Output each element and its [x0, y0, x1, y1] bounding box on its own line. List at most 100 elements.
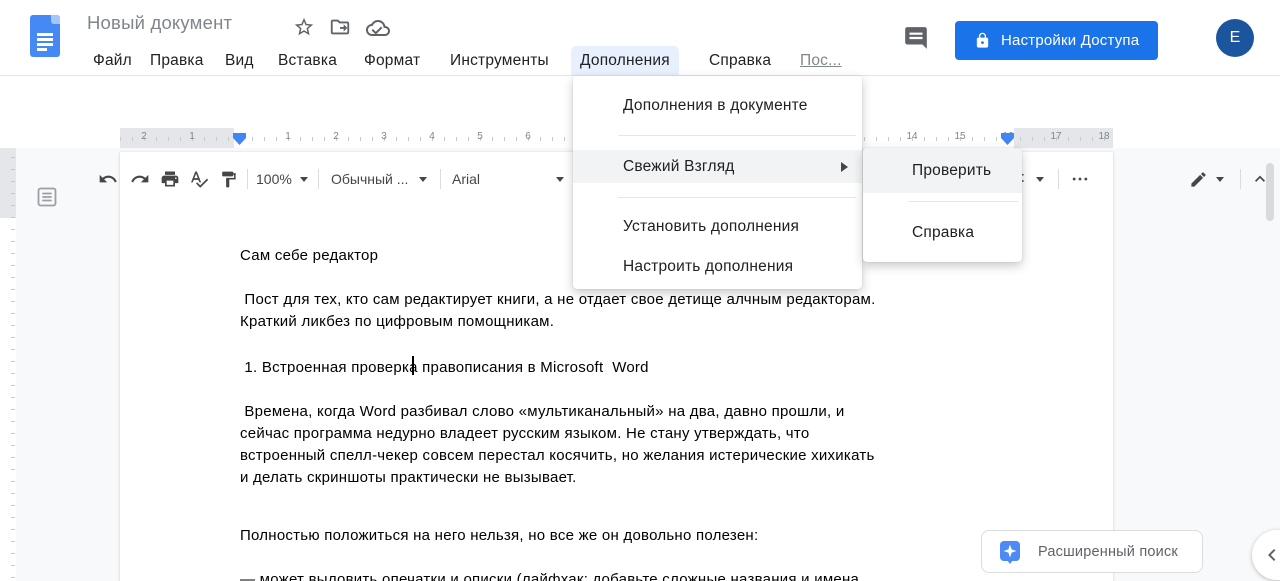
- doc-line: встроенный спелл-чекер совсем перестал к…: [240, 445, 996, 467]
- doc-line: Пост для тех, кто сам редактирует книги,…: [240, 289, 996, 311]
- menu-separator: [618, 135, 856, 136]
- doc-line: Полностью положиться на него нельзя, но …: [240, 525, 996, 547]
- share-button-label: Настройки Доступа: [1001, 32, 1139, 49]
- menu-item-install-addons[interactable]: Установить дополнения: [573, 210, 862, 243]
- spell-check-button[interactable]: [185, 165, 213, 193]
- avatar[interactable]: E: [1216, 19, 1254, 57]
- menu-item-view[interactable]: Вид: [216, 46, 263, 75]
- header: Новый документ Файл Правка Вид Вставка Ф…: [0, 0, 1280, 76]
- menu-item-format[interactable]: Формат: [355, 46, 429, 75]
- doc-line: Времена, когда Word разбивал слово «муль…: [240, 401, 996, 423]
- toolbar-separator: [1058, 169, 1059, 189]
- style-value: Обычный ...: [331, 171, 408, 187]
- chevron-down-icon: [556, 177, 564, 182]
- ruler-number: 4: [429, 131, 435, 142]
- menu-separator: [908, 201, 1018, 202]
- submenu-item-help[interactable]: Справка: [863, 210, 1022, 255]
- explore-sparkle-icon: [999, 540, 1021, 564]
- move-to-folder-icon[interactable]: [329, 16, 353, 40]
- menu-item-label: Проверить: [912, 162, 991, 180]
- menu-item-help[interactable]: Справка: [700, 46, 780, 75]
- paint-format-button[interactable]: [214, 165, 242, 193]
- toolbar-separator: [318, 169, 319, 189]
- menu-item-addons-in-doc[interactable]: Дополнения в документе: [573, 89, 862, 122]
- chevron-down-icon: [300, 177, 308, 182]
- doc-line: — может выловить опечатки и описки (лайф…: [240, 569, 996, 581]
- ruler-number: 15: [954, 131, 965, 142]
- editing-mode-button[interactable]: [1184, 165, 1212, 193]
- text-cursor: [412, 356, 414, 375]
- redo-button[interactable]: [126, 165, 154, 193]
- freshview-submenu: Проверить Справка: [863, 148, 1022, 262]
- ruler-number: 1: [189, 131, 195, 142]
- explore-button[interactable]: Расширенный поиск: [981, 530, 1203, 573]
- toolbar-separator: [440, 169, 441, 189]
- menu-item-manage-addons[interactable]: Настроить дополнения: [573, 250, 862, 283]
- align-caret-icon[interactable]: [1036, 177, 1044, 182]
- toolbar-separator: [1240, 169, 1241, 189]
- collapse-toolbar-button[interactable]: [1246, 165, 1274, 193]
- font-value: Arial: [452, 171, 480, 187]
- chevron-down-icon: [419, 177, 427, 182]
- toolbar-separator: [247, 169, 248, 189]
- google-docs-app: Новый документ Файл Правка Вид Вставка Ф…: [0, 0, 1280, 581]
- doc-line: сейчас программа недурно владеет русским…: [240, 423, 996, 445]
- ruler-number: 17: [1050, 131, 1061, 142]
- doc-paragraph: — может выловить опечатки и описки (лайф…: [240, 569, 996, 581]
- doc-paragraph: 1. Встроенная проверка правописания в Mi…: [240, 357, 996, 379]
- undo-button[interactable]: [94, 165, 122, 193]
- print-button[interactable]: [156, 165, 184, 193]
- menu-item-label: Дополнения в документе: [623, 97, 808, 115]
- menu-item-fresh-view[interactable]: Свежий Взгляд: [573, 150, 862, 183]
- ruler-number: 18: [1098, 131, 1109, 142]
- doc-line: 1. Встроенная проверка правописания в Mi…: [240, 357, 996, 379]
- ruler-number: 2: [333, 131, 339, 142]
- show-outline-button[interactable]: [34, 184, 60, 210]
- menu-item-addons[interactable]: Дополнения: [571, 46, 679, 75]
- ruler-number: 6: [525, 131, 531, 142]
- more-options-button[interactable]: [1066, 165, 1094, 193]
- open-comments-icon[interactable]: [903, 25, 929, 56]
- lock-icon: [974, 32, 991, 49]
- chevron-left-icon: [1260, 543, 1280, 567]
- ruler-number: 5: [477, 131, 483, 142]
- menu-item-label: Установить дополнения: [623, 218, 799, 236]
- menu-item-last-edit[interactable]: Пос...: [791, 46, 851, 75]
- ruler-number: 14: [906, 131, 917, 142]
- avatar-letter: E: [1230, 29, 1241, 47]
- menu-item-tools[interactable]: Инструменты: [441, 46, 558, 75]
- menu-item-edit[interactable]: Правка: [141, 46, 213, 75]
- document-title[interactable]: Новый документ: [87, 12, 232, 34]
- docs-logo-icon[interactable]: [30, 15, 60, 57]
- menu-item-label: Справка: [912, 224, 974, 242]
- menu-item-file[interactable]: Файл: [84, 46, 141, 75]
- editing-mode-caret-icon[interactable]: [1216, 177, 1224, 182]
- doc-line: и делать скриншоты практически не вызыва…: [240, 467, 996, 489]
- doc-paragraph: Полностью положиться на него нельзя, но …: [240, 525, 996, 547]
- explore-button-label: Расширенный поиск: [1038, 544, 1178, 560]
- doc-line: Краткий ликбез по цифровым помощникам.: [240, 311, 996, 333]
- submenu-item-check[interactable]: Проверить: [863, 148, 1022, 193]
- star-icon[interactable]: [293, 16, 317, 40]
- submenu-arrow-icon: [841, 162, 848, 172]
- paragraph-style-select[interactable]: Обычный ...: [331, 165, 427, 193]
- doc-paragraph: Времена, когда Word разбивал слово «муль…: [240, 401, 996, 489]
- docs-logo-fold: [51, 15, 60, 24]
- share-button[interactable]: Настройки Доступа: [955, 21, 1158, 60]
- font-select[interactable]: Arial: [452, 165, 564, 193]
- addons-menu: Дополнения в документе Свежий Взгляд Уст…: [573, 76, 862, 289]
- menu-separator: [618, 197, 856, 198]
- doc-paragraph: Пост для тех, кто сам редактирует книги,…: [240, 289, 996, 333]
- outline-icon: [35, 185, 59, 209]
- menu-item-label: Свежий Взгляд: [623, 158, 735, 176]
- zoom-select[interactable]: 100%: [256, 165, 308, 193]
- cloud-saved-icon[interactable]: [366, 16, 390, 40]
- ruler-number: 2: [141, 131, 147, 142]
- menu-item-label: Настроить дополнения: [623, 258, 793, 276]
- zoom-value: 100%: [256, 171, 292, 187]
- menu-item-insert[interactable]: Вставка: [269, 46, 346, 75]
- ruler-number: 3: [381, 131, 387, 142]
- ruler-number: 1: [285, 131, 291, 142]
- vertical-ruler[interactable]: [0, 148, 16, 581]
- ruler-ticks: [11, 157, 15, 581]
